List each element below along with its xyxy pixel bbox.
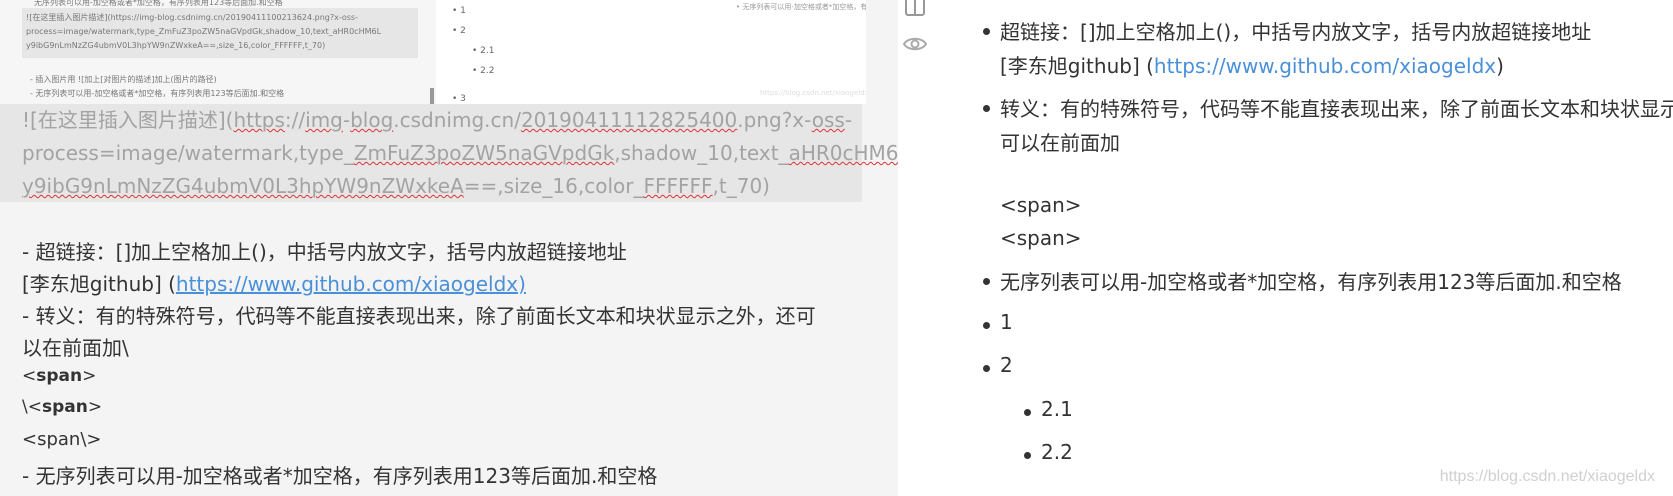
- markdown-editor[interactable]: 无序列表可以用-加空格或者*加空格，有序列表用123等后面加.和空格 ![在这里…: [0, 0, 898, 496]
- list-bullet: [983, 278, 990, 285]
- embedded-image: 无序列表可以用-加空格或者*加空格，有序列表用123等后面加.和空格 ![在这里…: [0, 0, 866, 104]
- editor-line-escape-cont[interactable]: 以在前面加\: [22, 332, 129, 361]
- preview-item-escape-cont: 可以在前面加: [1000, 131, 1120, 155]
- thumb-scrollbar: [430, 88, 434, 104]
- thumb-bullet: • 2.2: [472, 66, 495, 76]
- preview-item-hyperlink: 超链接：[]加上空格加上()，中括号内放文字，括号内放超链接地址: [1000, 20, 1592, 44]
- markdown-preview: 超链接：[]加上空格加上()，中括号内放文字，括号内放超链接地址 [李东旭git…: [960, 0, 1673, 496]
- editor-line-span-close[interactable]: <span\>: [22, 429, 101, 450]
- thumb-note: • 无序列表可以用-加空格或者*加空格，有序: [736, 3, 866, 11]
- editor-line-escape[interactable]: - 转义：有的特殊符号，代码等不能直接表现出来，除了前面长文本和块状显示之外，还…: [22, 300, 816, 329]
- editor-line-span-escaped[interactable]: \<span>: [22, 397, 102, 417]
- editor-link-url[interactable]: https://www.github.com/xiaogeldx): [176, 272, 526, 296]
- preview-link-line: [李东旭github] (https://www.github.com/xiao…: [1000, 54, 1504, 78]
- thumb-bullet: • 3: [452, 94, 466, 104]
- list-bullet: [983, 28, 990, 35]
- editor-line-link[interactable]: [李东旭github] (https://www.github.com/xiao…: [22, 268, 526, 297]
- list-bullet: [1024, 409, 1031, 416]
- image-markdown-block[interactable]: ![在这里插入图片描述](https://img-blog.csdnimg.cn…: [0, 104, 898, 202]
- thumb-line: - 插入图片用 ![加上[对图片的描述]加上(图片的路径): [30, 75, 217, 84]
- preview-item-unordered: 无序列表可以用-加空格或者*加空格，有序列表用123等后面加.和空格: [1000, 270, 1622, 294]
- image-markdown-line: y9ibG9nLmNzZG4ubmV0L3hpYW9nZWxkeA==,size…: [22, 174, 770, 198]
- eye-icon[interactable]: [902, 32, 928, 56]
- list-bullet: [983, 105, 990, 112]
- thumb-watermark: https://blog.csdn.net/xiaogeldx: [760, 89, 866, 97]
- watermark: https://blog.csdn.net/xiaogeldx: [1439, 468, 1655, 485]
- preview-item-1: 1: [1000, 310, 1013, 334]
- thumb-line: - 无序列表可以用-加空格或者*加空格，有序列表用123等后面加.和空格: [30, 89, 285, 98]
- editor-line-hyperlink[interactable]: - 超链接：[]加上空格加上()，中括号内放文字，括号内放超链接地址: [22, 236, 627, 265]
- image-markdown-line: process=image/watermark,type_ZmFuZ3poZW5…: [22, 141, 898, 165]
- editor-line-unordered[interactable]: - 无序列表可以用-加空格或者*加空格，有序列表用123等后面加.和空格: [22, 460, 657, 489]
- list-bullet: [1024, 452, 1031, 459]
- embedded-image-preview-pane: • 1 • 2 • 2.1 • 2.2 • 3 • 无序列表可以用-加空格或者*…: [436, 0, 866, 104]
- thumb-line: ![在这里插入图片描述](https://img-blog.csdnimg.cn…: [26, 13, 358, 22]
- preview-item-2-2: 2.2: [1041, 440, 1073, 464]
- list-bullet: [983, 365, 990, 372]
- thumb-bullet: • 1: [452, 6, 466, 16]
- image-markdown-line: ![在这里插入图片描述](https://img-blog.csdnimg.cn…: [22, 108, 853, 132]
- editor-line-span[interactable]: <span>: [22, 366, 96, 386]
- thumb-bullet: • 2.1: [472, 46, 495, 56]
- thumb-bullet: • 2: [452, 26, 466, 36]
- embedded-image-editor-pane: 无序列表可以用-加空格或者*加空格，有序列表用123等后面加.和空格 ![在这里…: [0, 0, 436, 104]
- preview-item-2-1: 2.1: [1041, 397, 1073, 421]
- thumb-line: y9ibG9nLmNzZG4ubmV0L3hpYW9nZWxkeA==,size…: [26, 41, 326, 50]
- toc-icon[interactable]: [903, 0, 927, 18]
- preview-span-text: <span>: [1000, 193, 1082, 217]
- preview-item-2: 2: [1000, 353, 1013, 377]
- preview-link[interactable]: https://www.github.com/xiaogeldx: [1154, 54, 1496, 78]
- preview-span-text: <span>: [1000, 226, 1082, 250]
- thumb-line: process=image/watermark,type_ZmFuZ3poZW5…: [26, 27, 382, 36]
- list-bullet: [983, 322, 990, 329]
- preview-item-escape: 转义：有的特殊符号，代码等不能直接表现出来，除了前面长文本和块状显示之外，还: [1000, 97, 1673, 121]
